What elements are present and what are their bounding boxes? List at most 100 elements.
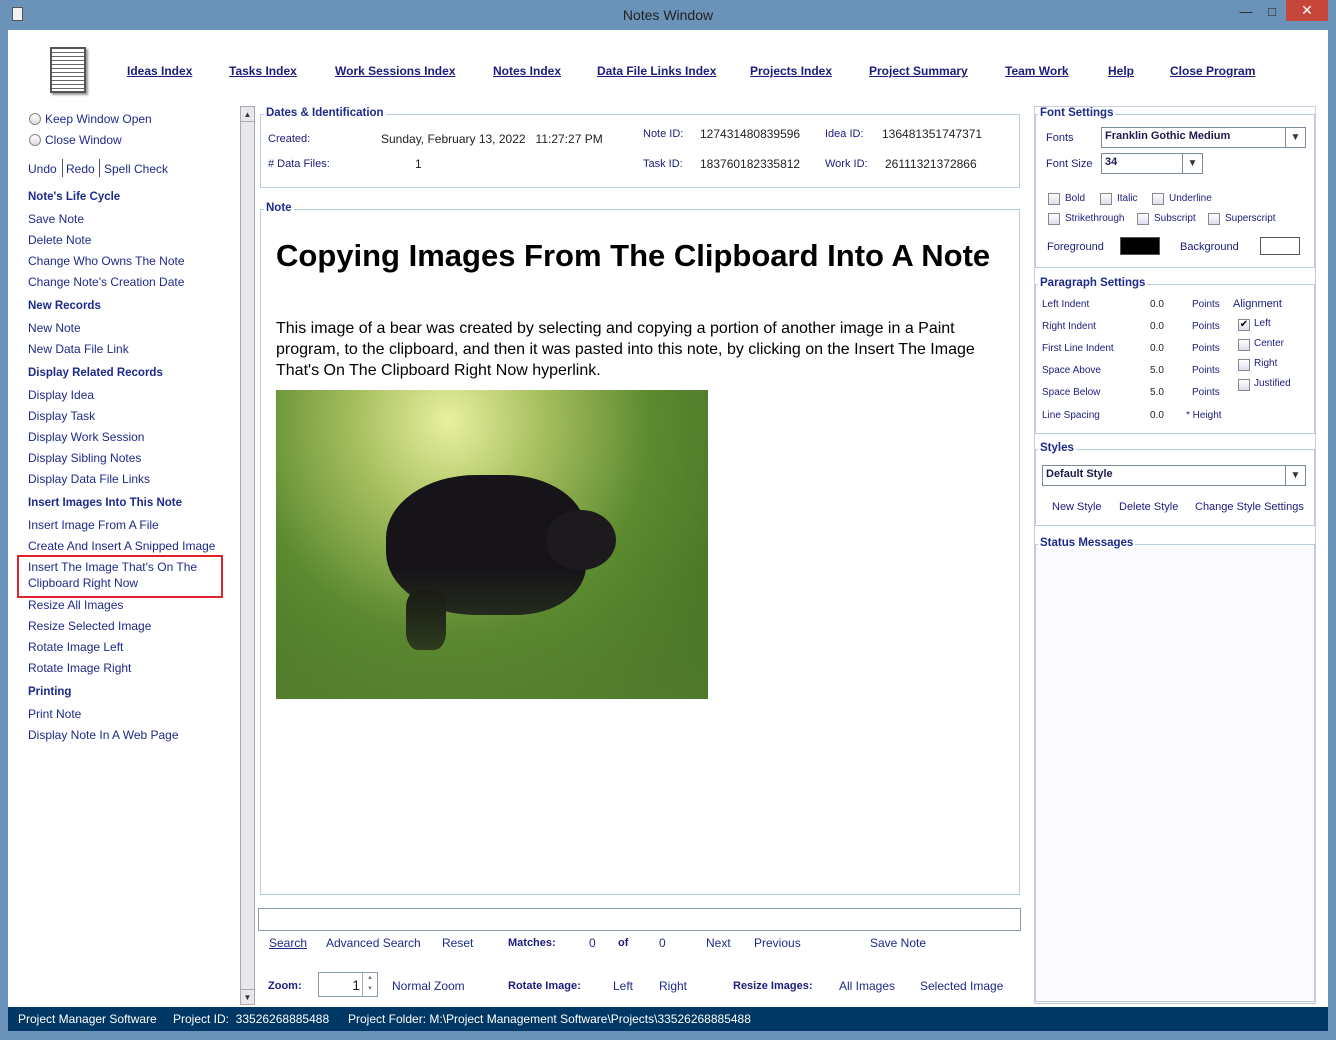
- scroll-down-arrow-icon[interactable]: ▼: [241, 989, 254, 1004]
- align-center-checkbox[interactable]: [1238, 339, 1250, 351]
- status-bar: Project Manager Software Project ID: 335…: [8, 1007, 1328, 1031]
- sidebar-item[interactable]: Save Note: [28, 212, 84, 226]
- font-family-select[interactable]: Franklin Gothic Medium ▼: [1101, 127, 1306, 148]
- sidebar-item[interactable]: Display Sibling Notes: [28, 451, 141, 465]
- paragraph-setting-value[interactable]: 0.0: [1150, 410, 1164, 421]
- nav-project-summary[interactable]: Project Summary: [869, 64, 968, 78]
- previous-button[interactable]: Previous: [754, 936, 801, 950]
- normal-zoom-button[interactable]: Normal Zoom: [392, 979, 465, 993]
- align-justified-checkbox[interactable]: [1238, 379, 1250, 391]
- nav-team-work[interactable]: Team Work: [1005, 64, 1069, 78]
- sidebar-item[interactable]: Display Idea: [28, 388, 94, 402]
- sub-checkbox[interactable]: [1137, 213, 1149, 225]
- sidebar-item[interactable]: New Note: [28, 321, 81, 335]
- sidebar-item[interactable]: Insert Image From A File: [28, 518, 159, 532]
- close-button[interactable]: ✕: [1286, 0, 1328, 21]
- sidebar-item[interactable]: Resize All Images: [28, 598, 123, 612]
- paragraph-setting-value[interactable]: 5.0: [1150, 365, 1164, 376]
- bear-image[interactable]: [276, 390, 708, 699]
- rotate-right-button[interactable]: Right: [659, 979, 687, 993]
- close-window-label[interactable]: Close Window: [45, 133, 122, 147]
- paragraph-setting-label: Space Above: [1042, 365, 1101, 376]
- sidebar-item[interactable]: Display Data File Links: [28, 472, 150, 486]
- note-label: Note: [264, 202, 294, 214]
- paragraph-setting-label: First Line Indent: [1042, 343, 1114, 354]
- nav-data-file-links-index[interactable]: Data File Links Index: [597, 64, 716, 78]
- paragraph-setting-value[interactable]: 0.0: [1150, 321, 1164, 332]
- advanced-search-button[interactable]: Advanced Search: [326, 936, 421, 950]
- nav-work-sessions-index[interactable]: Work Sessions Index: [335, 64, 456, 78]
- paragraph-setting-value[interactable]: 0.0: [1150, 299, 1164, 310]
- rotate-left-button[interactable]: Left: [613, 979, 633, 993]
- sup-checkbox[interactable]: [1208, 213, 1220, 225]
- keep-window-open-label[interactable]: Keep Window Open: [45, 112, 152, 126]
- nav-help[interactable]: Help: [1108, 64, 1134, 78]
- sidebar-item[interactable]: Change Note's Creation Date: [28, 275, 184, 289]
- bold-checkbox[interactable]: [1048, 193, 1060, 205]
- reset-button[interactable]: Reset: [442, 936, 473, 950]
- chevron-down-icon[interactable]: ▼: [1182, 154, 1202, 173]
- spell-check-link[interactable]: Spell Check: [104, 162, 168, 176]
- chevron-down-icon[interactable]: ▼: [1285, 128, 1305, 147]
- sidebar-item[interactable]: Display Task: [28, 409, 95, 423]
- status-messages-title: Status Messages: [1038, 537, 1136, 549]
- style-value: Default Style: [1046, 468, 1113, 480]
- change-style-settings-button[interactable]: Change Style Settings: [1195, 501, 1304, 513]
- foreground-color-swatch[interactable]: [1120, 237, 1160, 255]
- sidebar-scrollbar[interactable]: ▲ ▼: [240, 106, 255, 1005]
- close-window-radio[interactable]: [29, 134, 41, 146]
- zoom-spinner[interactable]: 1 ▲ ▼: [318, 972, 378, 997]
- sidebar-item[interactable]: Delete Note: [28, 233, 91, 247]
- background-color-swatch[interactable]: [1260, 237, 1300, 255]
- underline-checkbox[interactable]: [1152, 193, 1164, 205]
- nav-tasks-index[interactable]: Tasks Index: [229, 64, 297, 78]
- align-left-checkbox[interactable]: ✔: [1238, 319, 1250, 331]
- minimize-button[interactable]: —: [1232, 2, 1260, 22]
- new-style-button[interactable]: New Style: [1052, 501, 1102, 513]
- maximize-button[interactable]: □: [1258, 2, 1286, 22]
- font-size-select[interactable]: 34 ▼: [1101, 153, 1203, 174]
- title-bar: Notes Window — □ ✕: [0, 0, 1336, 30]
- foreground-label: Foreground: [1047, 241, 1104, 253]
- spinner-arrows-icon[interactable]: ▲ ▼: [362, 973, 377, 996]
- align-right-label: Right: [1254, 358, 1278, 369]
- sidebar-item[interactable]: Insert The Image That's On The Clipboard…: [28, 559, 213, 591]
- sidebar-item[interactable]: Rotate Image Right: [28, 661, 131, 675]
- sidebar-item[interactable]: Display Work Session: [28, 430, 144, 444]
- sidebar-item[interactable]: Create And Insert A Snipped Image: [28, 539, 215, 553]
- paragraph-setting-unit: Points: [1192, 365, 1220, 376]
- sidebar-item[interactable]: New Data File Link: [28, 342, 129, 356]
- italic-checkbox[interactable]: [1100, 193, 1112, 205]
- paragraph-setting-value[interactable]: 5.0: [1150, 387, 1164, 398]
- nav-projects-index[interactable]: Projects Index: [750, 64, 832, 78]
- save-note-button[interactable]: Save Note: [870, 936, 926, 950]
- sidebar-item[interactable]: Rotate Image Left: [28, 640, 123, 654]
- sidebar-item[interactable]: Resize Selected Image: [28, 619, 151, 633]
- paragraph-setting-value[interactable]: 0.0: [1150, 343, 1164, 354]
- resize-selected-button[interactable]: Selected Image: [920, 979, 1003, 993]
- nav-notes-index[interactable]: Notes Index: [493, 64, 561, 78]
- sidebar-item[interactable]: Print Note: [28, 707, 81, 721]
- created-label: Created:: [268, 133, 311, 145]
- next-button[interactable]: Next: [706, 936, 731, 950]
- delete-style-button[interactable]: Delete Style: [1119, 501, 1178, 513]
- note-id-label: Note ID:: [643, 128, 684, 140]
- search-input[interactable]: [258, 908, 1021, 931]
- font-family-value: Franklin Gothic Medium: [1105, 130, 1231, 142]
- undo-link[interactable]: Undo: [28, 162, 57, 176]
- created-value: Sunday, February 13, 2022 11:27:27 PM: [381, 132, 603, 146]
- style-select[interactable]: Default Style ▼: [1042, 465, 1306, 486]
- keep-window-open-radio[interactable]: [29, 113, 41, 125]
- nav-ideas-index[interactable]: Ideas Index: [127, 64, 192, 78]
- data-files-value: 1: [415, 157, 422, 171]
- sidebar-item[interactable]: Display Note In A Web Page: [28, 728, 179, 742]
- search-button[interactable]: Search: [269, 936, 307, 950]
- chevron-down-icon[interactable]: ▼: [1285, 466, 1305, 485]
- scroll-up-arrow-icon[interactable]: ▲: [241, 107, 254, 122]
- redo-link[interactable]: Redo: [66, 162, 95, 176]
- align-right-checkbox[interactable]: [1238, 359, 1250, 371]
- strike-checkbox[interactable]: [1048, 213, 1060, 225]
- sidebar-item[interactable]: Change Who Owns The Note: [28, 254, 185, 268]
- resize-all-button[interactable]: All Images: [839, 979, 895, 993]
- nav-close-program[interactable]: Close Program: [1170, 64, 1255, 78]
